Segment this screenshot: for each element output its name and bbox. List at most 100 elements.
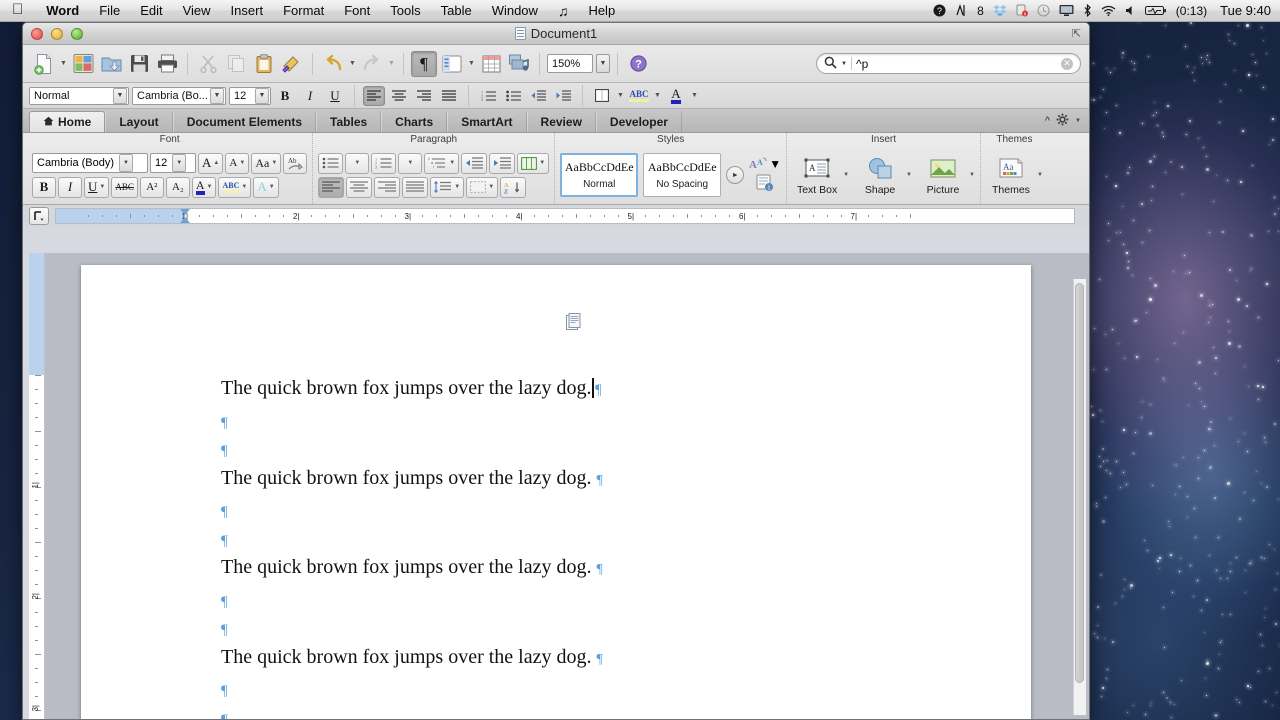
tab-smartart[interactable]: SmartArt [447,111,527,132]
subscript-button[interactable]: A₂ [165,176,190,198]
printer-icon[interactable] [154,51,180,77]
search-scope-dropdown-arrow[interactable]: ▼ [841,61,847,67]
ribbon-align-justify-icon[interactable] [402,176,429,198]
tab-stop-selector-icon[interactable] [29,207,49,225]
font-combo[interactable]: Cambria (Bo... ▼ [132,86,226,105]
tab-document-elements[interactable]: Document Elements [172,111,317,132]
media-browser-icon[interactable] [506,51,532,77]
underline-button[interactable]: U [324,86,346,106]
line-spacing-icon[interactable]: ▼ [430,176,465,198]
shading-icon[interactable]: ▼ [466,176,499,198]
empty-paragraph[interactable]: ¶ [221,707,228,720]
ribbon-italic-button[interactable]: I [58,176,82,198]
numbered-list-dropdown[interactable]: ▼ [398,152,423,174]
format-painter-icon[interactable] [279,51,305,77]
menu-item-view[interactable]: View [173,3,221,18]
tab-charts[interactable]: Charts [381,111,448,132]
help-circle-icon[interactable]: ? [625,51,651,77]
clear-formatting-button[interactable]: Ab [283,152,308,174]
zoom-value-field[interactable]: 150% [547,54,593,73]
size-combo[interactable]: 12 ▼ [229,86,271,105]
borders-dropdown-arrow[interactable]: ▼ [616,92,625,99]
bulleted-list-dropdown[interactable]: ▼ [345,152,370,174]
ribbon-highlight-button[interactable]: ABC ▼ [218,176,252,198]
bold-button[interactable]: B [274,86,296,106]
document-paragraph[interactable]: The quick brown fox jumps over the lazy … [221,467,603,490]
expand-icon[interactable]: ⇱ [1072,27,1081,40]
redo-dropdown-arrow[interactable]: ▼ [387,60,396,67]
manage-styles-icon[interactable]: AA ▼ [749,156,781,172]
text-box-button[interactable]: A Text Box [792,155,842,196]
themes-dropdown-arrow[interactable]: ▼ [1037,172,1043,178]
menu-item-font[interactable]: Font [334,3,380,18]
ribbon-bulleted-list-icon[interactable] [318,152,344,174]
app-alert-icon[interactable]: x [1016,4,1028,17]
horizontal-ruler[interactable]: 1| 2| 3| 4| 5| 6| 7| [55,208,1075,224]
ribbon-align-right-icon[interactable] [374,176,401,198]
vertical-scrollbar[interactable] [1073,279,1086,715]
scissors-icon[interactable] [195,51,221,77]
paste-clipboard-icon[interactable] [251,51,277,77]
empty-paragraph[interactable]: ¶ [221,678,228,701]
document-paragraph[interactable]: The quick brown fox jumps over the lazy … [221,377,602,400]
shrink-font-button[interactable]: A ▼ [225,152,250,174]
document-paragraph[interactable]: The quick brown fox jumps over the lazy … [221,556,603,579]
search-box[interactable]: ▼ ✕ [816,53,1081,74]
volume-icon[interactable] [1125,4,1136,17]
text-box-dropdown-arrow[interactable]: ▼ [843,172,849,178]
table-grid-icon[interactable] [478,51,504,77]
save-floppy-icon[interactable] [126,51,152,77]
first-line-indent-marker[interactable] [180,209,190,215]
undo-arrow-icon[interactable] [320,51,346,77]
time-machine-icon[interactable] [1037,4,1050,17]
ribbon-font-color-button[interactable]: A ▼ [191,176,217,198]
empty-paragraph[interactable]: ¶ [221,499,228,522]
shape-button[interactable]: Shape [855,155,905,196]
font-color-icon[interactable]: A [665,86,687,106]
script-icon[interactable]: ♫ [548,3,579,19]
grow-font-button[interactable]: A ▲ [198,152,224,174]
highlight-dropdown-arrow[interactable]: ▼ [653,92,662,99]
apple-icon[interactable]:  [0,2,36,17]
empty-paragraph[interactable]: ¶ [221,438,228,461]
menu-bar-clock[interactable]: Tue 9:40 [1216,3,1271,18]
sidebar-panel-icon[interactable] [439,51,465,77]
new-doc-dropdown-arrow[interactable]: ▼ [59,60,68,67]
battery-icon[interactable] [1144,4,1167,17]
ribbon-bold-button[interactable]: B [32,176,56,198]
empty-paragraph[interactable]: ¶ [221,528,228,551]
align-center-icon[interactable] [388,86,410,106]
ribbon-settings-arrow[interactable]: ▼ [1075,118,1081,124]
template-gallery-icon[interactable] [70,51,96,77]
ribbon-align-center-icon[interactable] [346,176,373,198]
ribbon-font-combo[interactable]: Cambria (Body) ▼ [32,153,148,173]
wifi-icon[interactable] [1101,4,1116,17]
pilcrow-icon[interactable]: ¶ [411,50,437,77]
scrollbar-thumb[interactable] [1075,283,1084,683]
font-combo-arrow[interactable]: ▼ [210,87,224,104]
document-paragraph[interactable]: The quick brown fox jumps over the lazy … [221,646,603,669]
style-item-no-spacing[interactable]: AaBbCcDdEe No Spacing [643,153,722,197]
change-case-button[interactable]: Aa ▼ [251,152,282,174]
search-input[interactable] [855,56,1057,71]
undo-dropdown-arrow[interactable]: ▼ [348,60,357,67]
menu-item-file[interactable]: File [89,3,130,18]
ribbon-font-arrow[interactable]: ▼ [119,154,134,172]
ribbon-underline-button[interactable]: U ▼ [84,176,110,198]
menu-item-word[interactable]: Word [36,3,89,18]
ribbon-decrease-indent-icon[interactable] [461,152,488,174]
ribbon-increase-indent-icon[interactable] [489,152,516,174]
align-right-icon[interactable] [413,86,435,106]
tab-home[interactable]: Home [29,111,106,132]
styles-more-button[interactable]: ► [726,166,745,184]
font-color-dropdown-arrow[interactable]: ▼ [690,92,699,99]
new-doc-icon[interactable] [31,51,57,77]
align-left-icon[interactable] [363,85,385,106]
chevron-up-icon[interactable]: ^ [1045,115,1050,127]
style-combo[interactable]: Normal ▼ [29,86,129,105]
multilevel-list-icon[interactable]: 1ai ▼ [424,152,460,174]
decrease-indent-icon[interactable] [527,86,549,106]
document-page[interactable]: The quick brown fox jumps over the lazy … [81,265,1031,719]
adobe-font-icon[interactable] [955,4,968,17]
menu-item-tools[interactable]: Tools [380,3,430,18]
